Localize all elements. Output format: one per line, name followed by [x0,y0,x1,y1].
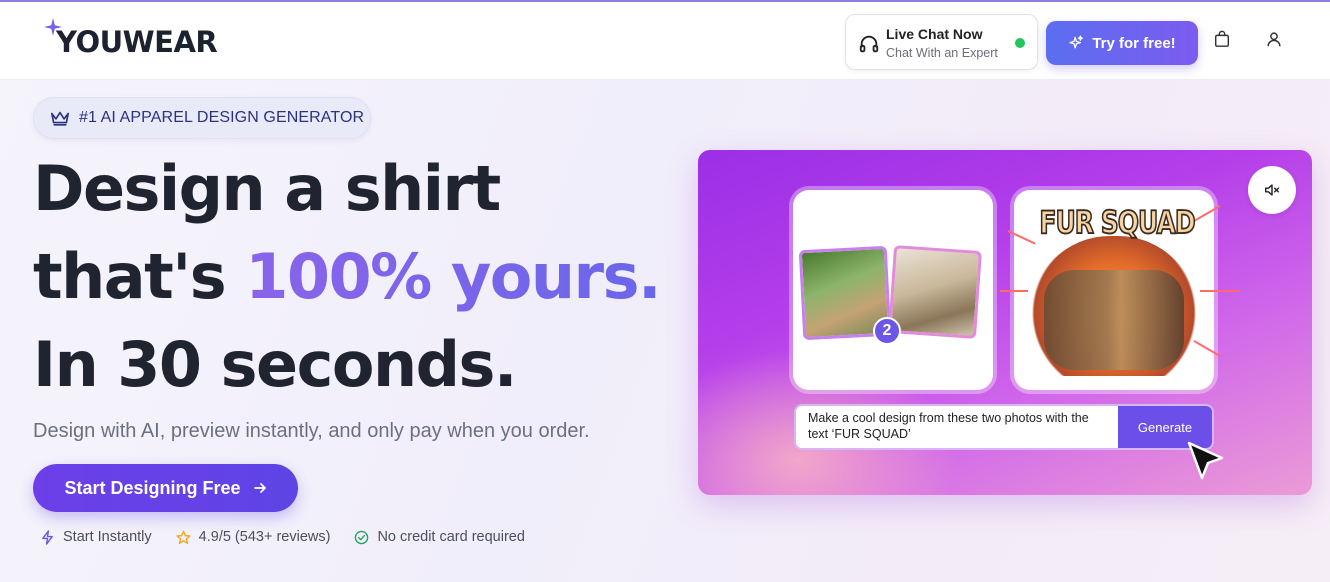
hero-title-line-2: that's 100% yours. [33,246,662,308]
feature-label: Start Instantly [63,529,152,545]
hero-subtitle: Design with AI, preview instantly, and o… [33,420,590,442]
spark-ray [1000,290,1028,292]
generated-design-panel: FUR SQUAD [1000,190,1240,390]
mute-toggle-button[interactable] [1248,166,1296,214]
check-circle-icon [355,530,369,544]
demo-video[interactable]: 2 FUR SQUAD Make a cool design from thes… [698,150,1312,495]
logo-text: YOUWEAR [56,25,218,59]
star-icon [176,530,191,544]
chat-title: Live Chat Now [886,26,983,42]
try-button-label: Try for free! [1092,34,1176,52]
input-photos-panel: 2 [793,190,993,390]
feature-item: 4.9/5 (543+ reviews) [176,529,331,545]
hero-title-line-3: In 30 seconds. [33,328,517,401]
feature-list: Start Instantly 4.9/5 (543+ reviews) No … [40,529,525,545]
speaker-muted-icon [1264,184,1280,196]
spark-ray [1200,290,1240,292]
hero-title-accent: 100% yours. [245,240,661,313]
headset-icon [859,35,879,53]
user-icon[interactable] [1265,30,1283,48]
live-chat-button[interactable]: Live Chat Now Chat With an Expert [845,14,1038,70]
try-for-free-button[interactable]: Try for free! [1046,21,1198,65]
prompt-input[interactable]: Make a cool design from these two photos… [794,404,1214,450]
hero-badge: #1 AI APPAREL DESIGN GENERATOR [33,97,371,139]
feature-label: 4.9/5 (543+ reviews) [198,529,331,545]
feature-label: No credit card required [377,529,525,545]
hero-title-line-2-prefix: that's [33,240,246,313]
site-header: YOUWEAR Live Chat Now Chat With an Exper… [0,2,1330,80]
crown-icon [51,111,69,126]
hero-title-line-1: Design a shirt [33,152,501,225]
chat-subtitle: Chat With an Expert [886,46,998,60]
cta-label: Start Designing Free [64,477,241,498]
photo-count-badge: 2 [873,317,901,345]
cat-photo [888,245,982,339]
sparkles-icon [1069,35,1084,49]
lightning-icon [42,529,53,545]
feature-item: Start Instantly [40,529,152,545]
online-status-dot [1015,38,1025,48]
feature-item: No credit card required [354,529,525,545]
arrow-right-icon [253,483,266,493]
design-pets-illustration [1044,270,1184,370]
logo-sparkle-icon [44,18,62,36]
start-designing-button[interactable]: Start Designing Free [33,464,298,512]
design-title-text: FUR SQUAD [1039,203,1197,241]
shopping-bag-icon[interactable] [1213,30,1231,48]
badge-text: #1 AI APPAREL DESIGN GENERATOR [79,109,365,126]
logo[interactable]: YOUWEAR [44,18,218,62]
prompt-text: Make a cool design from these two photos… [808,411,1089,441]
cursor-arrow-icon [1187,441,1224,480]
